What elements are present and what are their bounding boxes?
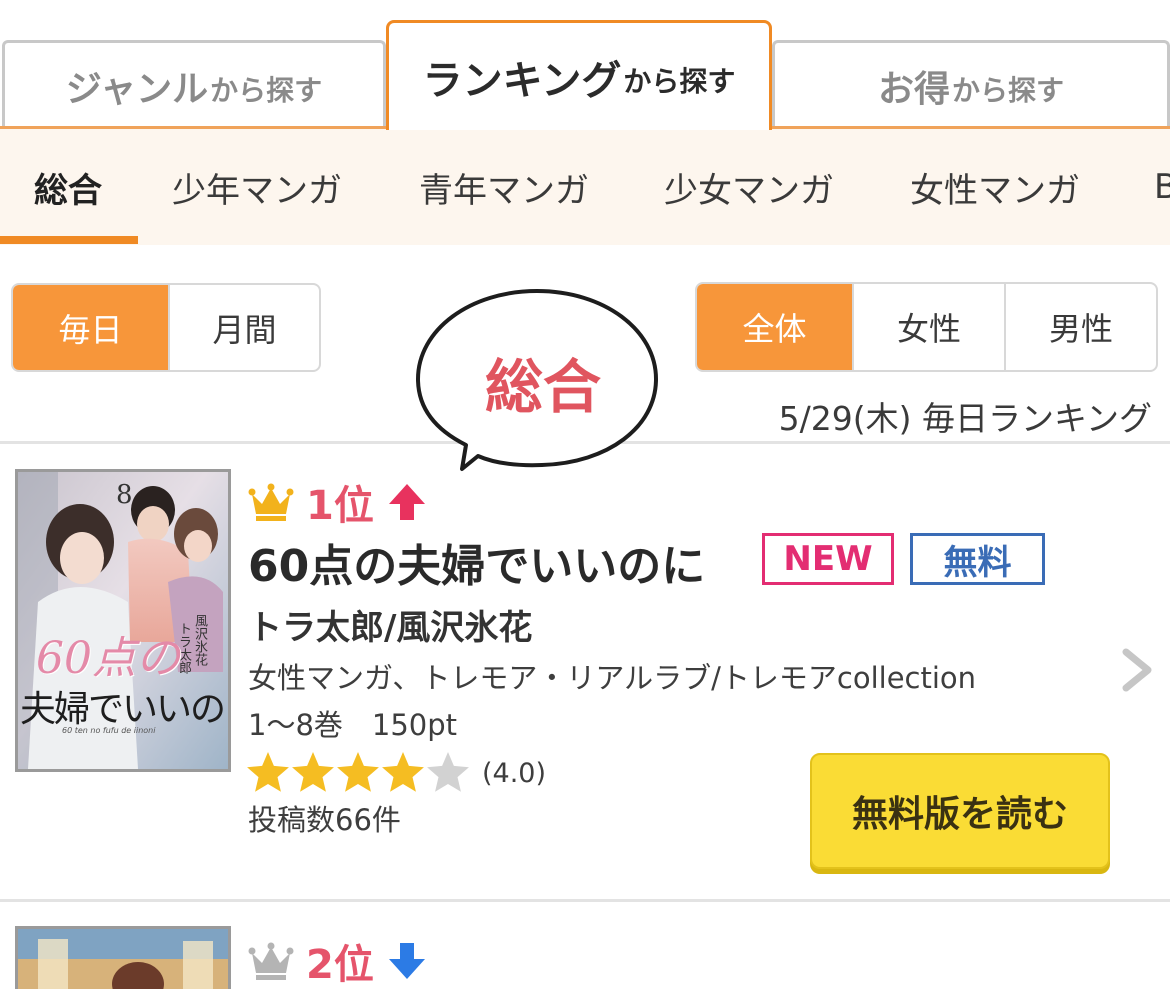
period-daily[interactable]: 毎日 xyxy=(13,285,168,370)
star-icon xyxy=(292,752,334,792)
tab-deals-label: お得 xyxy=(877,68,950,110)
book-genre: 女性マンガ、トレモア・リアルラブ/トレモアcollection xyxy=(248,661,977,695)
genre-active-underline xyxy=(0,236,138,244)
rating-value: (4.0) xyxy=(482,757,547,789)
star-rating: (4.0) xyxy=(246,751,546,795)
tab-genre[interactable]: ジャンル から探す xyxy=(2,40,386,128)
speech-bubble-text: 総合 xyxy=(484,353,601,421)
chevron-right-icon[interactable] xyxy=(1118,648,1156,692)
audience-female[interactable]: 女性 xyxy=(852,284,1004,370)
tab-ranking[interactable]: ランキング から探す xyxy=(386,20,772,130)
read-free-button[interactable]: 無料版を読む xyxy=(810,753,1110,869)
tab-genre-suffix: から探す xyxy=(210,73,323,107)
book-cover-2[interactable] xyxy=(15,926,231,989)
cover-author-1: 風沢氷花 xyxy=(192,614,207,666)
audience-toggle: 全体 女性 男性 xyxy=(695,282,1158,372)
audience-male[interactable]: 男性 xyxy=(1004,284,1156,370)
arrow-up-icon xyxy=(388,484,425,520)
genre-overall[interactable]: 総合 xyxy=(34,129,102,245)
tab-ranking-label: ランキング xyxy=(422,57,622,104)
entry-divider xyxy=(0,899,1170,902)
cover-volume: 8 xyxy=(116,480,133,510)
rank-number-2: 2位 xyxy=(306,942,374,988)
period-toggle: 毎日 月間 xyxy=(11,283,321,372)
tab-deals-suffix: から探す xyxy=(952,73,1065,107)
genre-nav: 総合 少年マンガ 青年マンガ 少女マンガ 女性マンガ B xyxy=(0,129,1170,245)
cover-romaji: 60 ten no fufu de iinoni xyxy=(62,726,156,735)
tab-genre-label: ジャンル xyxy=(65,68,209,110)
review-count: 投稿数66件 xyxy=(248,803,401,837)
cover-title-line2: 夫婦でいいのに xyxy=(20,689,228,730)
tab-ranking-suffix: から探す xyxy=(623,64,736,98)
rank-row-1: 1位 xyxy=(248,473,430,531)
search-mode-tabs: ジャンル から探す ランキング から探す お得 から探す xyxy=(0,0,1170,130)
star-icon xyxy=(427,752,469,792)
book-cover[interactable]: 8 風沢氷花 トラ太郎 60点の 夫婦でいいのに 60 ten no fufu … xyxy=(15,469,231,772)
ranking-date-label: 5/29(木) 毎日ランキング xyxy=(778,399,1152,438)
free-badge: 無料 xyxy=(910,533,1045,585)
rank-row-2: 2位 xyxy=(248,932,430,989)
tab-deals[interactable]: お得 から探す xyxy=(772,40,1170,128)
genre-shojo[interactable]: 少女マンガ xyxy=(664,129,834,245)
new-badge: NEW xyxy=(762,533,894,585)
cover-title-line1: 60点の xyxy=(36,633,180,684)
period-monthly[interactable]: 月間 xyxy=(168,285,319,370)
crown-gold-icon xyxy=(248,483,294,521)
book-title[interactable]: 60点の夫婦でいいのに xyxy=(248,530,705,594)
star-icon xyxy=(382,752,424,792)
book-author: トラ太郎/風沢氷花 xyxy=(248,608,533,648)
star-icon xyxy=(247,752,289,792)
genre-next[interactable]: B xyxy=(1154,129,1170,245)
rank-number: 1位 xyxy=(306,483,374,529)
genre-shonen[interactable]: 少年マンガ xyxy=(172,129,342,245)
stars-graphic xyxy=(247,752,469,792)
audience-all[interactable]: 全体 xyxy=(697,284,852,370)
star-icon xyxy=(337,752,379,792)
crown-silver-icon xyxy=(248,942,294,980)
arrow-down-icon xyxy=(388,943,425,979)
cover-art-2 xyxy=(18,929,228,989)
book-volumes-price: 1〜8巻 150pt xyxy=(248,708,458,742)
genre-seinen[interactable]: 青年マンガ xyxy=(419,129,589,245)
genre-josei[interactable]: 女性マンガ xyxy=(910,129,1080,245)
